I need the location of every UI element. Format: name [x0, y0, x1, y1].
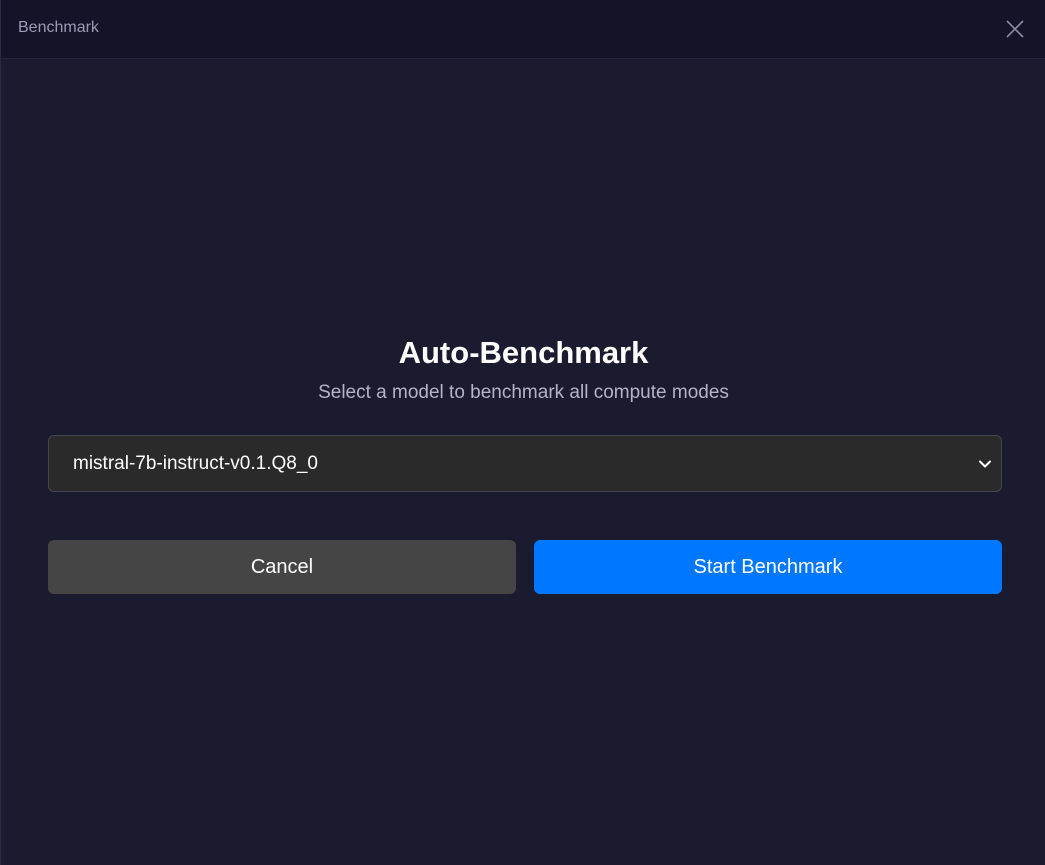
window-title: Benchmark: [18, 19, 99, 36]
dialog-heading: Auto-Benchmark: [398, 335, 649, 370]
start-benchmark-button[interactable]: Start Benchmark: [534, 540, 1002, 594]
close-button[interactable]: [1002, 16, 1028, 42]
close-icon: [1006, 20, 1024, 38]
benchmark-window: Benchmark Auto-Benchmark Select a model …: [0, 0, 1045, 865]
dialog-subheading: Select a model to benchmark all compute …: [318, 382, 729, 403]
chevron-down-icon: [979, 460, 991, 468]
cancel-button[interactable]: Cancel: [48, 540, 516, 594]
model-select-value: mistral-7b-instruct-v0.1.Q8_0: [73, 453, 318, 474]
model-select[interactable]: mistral-7b-instruct-v0.1.Q8_0: [48, 435, 1002, 492]
title-bar: Benchmark: [1, 0, 1045, 59]
